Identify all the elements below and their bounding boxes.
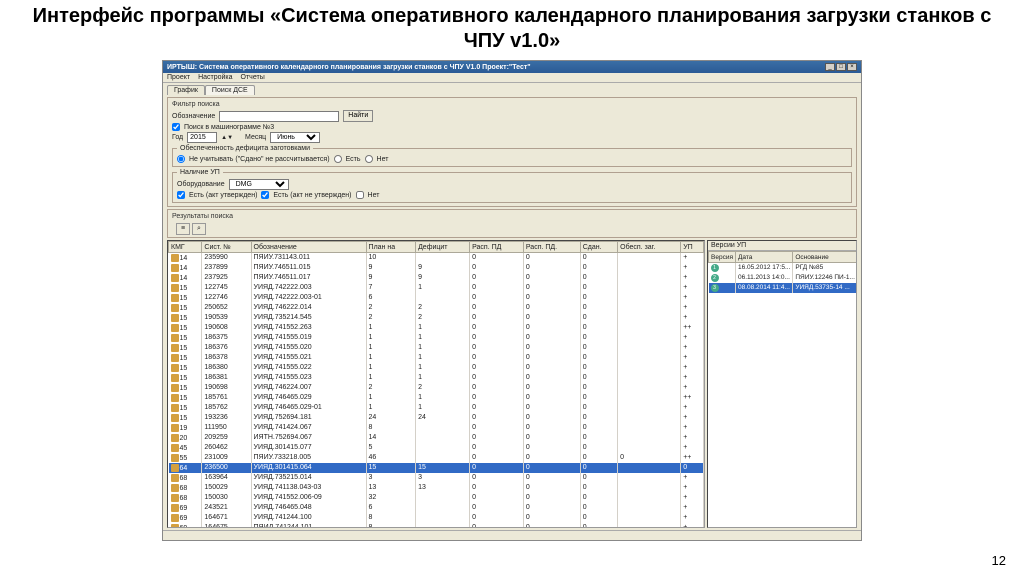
version-row[interactable]: 308.08.2014 11:4...УИЯД.53735-14 ... [709,283,858,293]
window-title: ИРТЫШ: Система оперативного календарного… [167,64,531,71]
table-row[interactable]: 15122745УИЯД.742222.00371000+ [169,283,704,293]
status-bar [163,530,861,540]
table-row[interactable]: 15250652УИЯД.746222.01422000+ [169,303,704,313]
table-row[interactable]: 15186380УИЯД.741555.02211000+ [169,363,704,373]
col-header[interactable]: Сдан. [580,242,617,253]
maximize-button[interactable]: □ [836,63,846,71]
table-row[interactable]: 15193236УИЯД.752694.1812424000+ [169,413,704,423]
label-month: Месяц [245,134,266,141]
table-row[interactable]: 20209259ИЯТН.752694.06714000+ [169,433,704,443]
minimize-button[interactable]: _ [825,63,835,71]
group-deficit: Обеспеченность дефицита заготовками Не у… [172,145,852,167]
table-row[interactable]: 19111950УИЯД.741424.0678000+ [169,423,704,433]
results-panel-header: Результаты поиска ≡ ⌕ [167,209,857,238]
col-header[interactable]: Дефицит [416,242,470,253]
table-row[interactable]: 14237925ПЯИУ.746511.01799000+ [169,273,704,283]
chk-search-mashinogram[interactable] [172,123,180,131]
rad-ignore[interactable] [177,155,185,163]
rad-net[interactable] [365,155,373,163]
versions-panel: Версии УП ВерсияДатаОснование116.05.2012… [707,240,857,528]
results-grid[interactable]: КМГСист. №ОбозначениеПлан наДефицитРасп.… [167,240,705,528]
table-row[interactable]: 15185761УИЯД.746465.02911000++ [169,393,704,403]
page-number: 12 [992,553,1006,568]
table-row[interactable]: 68150029УИЯД.741138.043-031313000+ [169,483,704,493]
col-header[interactable]: Расп. ПД. [523,242,580,253]
table-row[interactable]: 15190539УИЯД.735214.54522000+ [169,313,704,323]
label-equipment: Оборудование [177,181,225,188]
year-input[interactable] [187,132,217,143]
chk-net2[interactable] [356,191,364,199]
label-not-approved: Есть (акт не утвержден) [273,192,351,199]
group-deficit-title: Обеспеченность дефицита заготовками [177,145,313,152]
table-row[interactable]: 14235990ПЯИУ.731143.01110000+ [169,253,704,263]
label-approved: Есть (акт утвержден) [189,192,257,199]
col-header[interactable]: КМГ [169,242,202,253]
table-row[interactable]: 15186378УИЯД.741555.02111000+ [169,353,704,363]
designation-input[interactable] [219,111,339,122]
table-row[interactable]: 55231009ПЯИУ.733218.005460000++ [169,453,704,463]
results-toolbar: ≡ ⌕ [172,222,852,236]
table-row[interactable]: 45260462УИЯД.301415.0775000+ [169,443,704,453]
table-row[interactable]: 69164671УИЯД.741244.1008000+ [169,513,704,523]
title-bar: ИРТЫШ: Система оперативного календарного… [163,61,861,73]
table-row[interactable]: 15186375УИЯД.741555.01911000+ [169,333,704,343]
app-window: ИРТЫШ: Система оперативного календарного… [162,60,862,541]
slide-title: Интерфейс программы «Система оперативног… [0,0,1024,60]
toolbar-btn-2[interactable]: ⌕ [192,223,206,235]
rad-est[interactable] [334,155,342,163]
table-row[interactable]: 68163964УИЯД.735215.01433000+ [169,473,704,483]
close-button[interactable]: × [847,63,857,71]
filter-panel: Фильтр поиска Обозначение Найти Поиск в … [167,97,857,207]
month-select[interactable]: Июнь [270,132,320,143]
version-row[interactable]: 116.05.2012 17:5...РГД №85 [709,263,858,273]
group-up-title: Наличие УП [177,169,223,176]
menu-bar: Проект Настройка Отчеты [163,73,861,83]
table-row[interactable]: 15185762УИЯД.746465.029-0111000+ [169,403,704,413]
label-net2: Нет [368,192,380,199]
table-row[interactable]: 68150030УИЯД.741552.006-0932000+ [169,493,704,503]
menu-settings[interactable]: Настройка [198,74,232,81]
label-designation: Обозначение [172,113,215,120]
col-header[interactable]: Основание [793,252,857,263]
table-row[interactable]: 14237899ПЯИУ.746511.01599000+ [169,263,704,273]
table-row[interactable]: 15122746УИЯД.742222.003-016000+ [169,293,704,303]
versions-grid[interactable]: ВерсияДатаОснование116.05.2012 17:5...РГ… [708,251,857,293]
col-header[interactable]: Обесп. заг. [618,242,681,253]
chk-not-approved[interactable] [261,191,269,199]
label-rad-est: Есть [346,156,361,163]
menu-project[interactable]: Проект [167,74,190,81]
table-row[interactable]: 69243521УИЯД.746465.0486000+ [169,503,704,513]
filter-panel-title: Фильтр поиска [172,101,852,108]
menu-reports[interactable]: Отчеты [241,74,265,81]
tab-search-dse[interactable]: Поиск ДСЕ [205,85,255,95]
col-header[interactable]: Сист. № [202,242,251,253]
tab-schedule[interactable]: График [167,85,205,95]
table-row[interactable]: 15190608УИЯД.741552.26311000++ [169,323,704,333]
table-row[interactable]: 64236500УИЯД.301415.06415150000 [169,463,704,473]
results-title: Результаты поиска [172,213,852,220]
tabs: График Поиск ДСЕ [163,83,861,95]
col-header[interactable]: Расп. ПД [470,242,524,253]
table-row[interactable]: 15190698УИЯД.746224.00722000+ [169,383,704,393]
toolbar-btn-1[interactable]: ≡ [176,223,190,235]
label-rad-ignore: Не учитывать ("Сдано" не рассчитывается) [189,156,330,163]
label-search-mashinogram: Поиск в машинограмме №3 [184,124,274,131]
label-rad-net: Нет [377,156,389,163]
col-header[interactable]: Обозначение [251,242,366,253]
version-row[interactable]: 206.11.2013 14:0...ПЯИУ.12246 ПИ-1... [709,273,858,283]
group-up: Наличие УП Оборудование DMG Есть (акт ут… [172,169,852,203]
col-header[interactable]: Версия [709,252,736,263]
col-header[interactable]: План на [366,242,416,253]
find-button[interactable]: Найти [343,110,373,122]
table-row[interactable]: 15186381УИЯД.741555.02311000+ [169,373,704,383]
chk-approved[interactable] [177,191,185,199]
table-row[interactable]: 69164675ПЯИД.741244.1018000+ [169,523,704,529]
col-header[interactable]: УП [681,242,704,253]
versions-title: Версии УП [708,241,856,251]
table-row[interactable]: 15186376УИЯД.741555.02011000+ [169,343,704,353]
equipment-select[interactable]: DMG [229,179,289,190]
col-header[interactable]: Дата [735,252,792,263]
label-year: Год [172,134,183,141]
